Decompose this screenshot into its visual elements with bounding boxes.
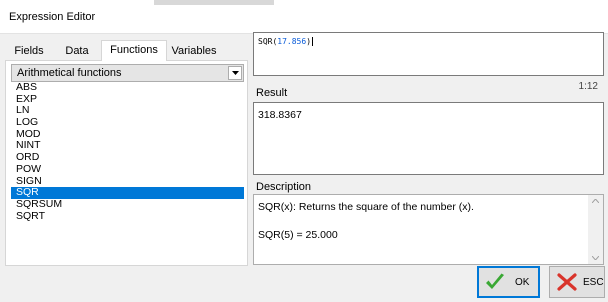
- description-label: Description: [256, 181, 312, 193]
- function-item-pow[interactable]: POW: [11, 163, 244, 176]
- chevron-down-icon[interactable]: [228, 66, 242, 80]
- function-item-sqrsum[interactable]: SQRSUM: [11, 198, 244, 211]
- title-bar: Expression Editor: [0, 0, 608, 34]
- function-item-sqrt[interactable]: SQRT: [11, 210, 244, 223]
- expression-argument: 17.856: [277, 37, 307, 46]
- cursor-position: 1:12: [578, 81, 598, 92]
- function-item-ln[interactable]: LN: [11, 105, 244, 117]
- description-line-2: SQR(5) = 25.000: [258, 229, 338, 241]
- tab-variables[interactable]: Variables: [168, 42, 220, 60]
- category-select[interactable]: Arithmetical functions: [11, 64, 244, 82]
- function-item-nint[interactable]: NINT: [11, 140, 244, 152]
- tab-strip: Fields Data Functions Variables: [5, 40, 247, 61]
- ok-button-label: OK: [515, 277, 530, 288]
- function-item-log[interactable]: LOG: [11, 116, 244, 129]
- expression-input[interactable]: SQR(17.856): [253, 32, 604, 76]
- expression-function: SQR: [258, 37, 273, 46]
- description-field[interactable]: SQR(x): Returns the square of the number…: [253, 194, 604, 265]
- esc-button[interactable]: ESC: [549, 266, 605, 298]
- tab-data[interactable]: Data: [60, 42, 94, 60]
- checkmark-icon: [486, 273, 504, 289]
- ok-button[interactable]: OK: [477, 266, 540, 298]
- esc-button-label: ESC: [583, 277, 604, 288]
- category-select-value: Arithmetical functions: [17, 67, 122, 79]
- text-caret: [312, 37, 314, 46]
- tab-functions[interactable]: Functions: [101, 40, 167, 61]
- result-field[interactable]: 318.8367: [253, 102, 604, 175]
- tab-fields[interactable]: Fields: [9, 42, 49, 60]
- description-line-1: SQR(x): Returns the square of the number…: [258, 201, 474, 213]
- expression-close-paren: ): [306, 37, 312, 46]
- tab-fields-label: Fields: [14, 45, 44, 57]
- function-item-sign[interactable]: SIGN: [11, 175, 244, 188]
- title-bar-strip: [154, 0, 274, 5]
- tab-functions-label: Functions: [110, 44, 158, 56]
- close-icon: [557, 273, 577, 291]
- result-label: Result: [256, 87, 288, 99]
- function-item-abs[interactable]: ABS: [11, 81, 244, 94]
- scroll-up-icon[interactable]: [592, 199, 599, 203]
- scroll-down-icon[interactable]: [592, 256, 599, 260]
- result-value: 318.8367: [258, 109, 302, 121]
- tab-data-label: Data: [65, 45, 89, 57]
- expression-text: SQR(17.856): [258, 37, 314, 46]
- function-item-ord[interactable]: ORD: [11, 151, 244, 164]
- description-scrollbar[interactable]: [588, 195, 603, 264]
- tab-variables-label: Variables: [171, 45, 217, 57]
- function-item-exp[interactable]: EXP: [11, 93, 244, 106]
- window-title: Expression Editor: [9, 11, 96, 23]
- function-list[interactable]: ABS EXP LN LOG MOD NINT ORD POW SIGN SQR…: [11, 81, 244, 262]
- function-item-mod[interactable]: MOD: [11, 128, 244, 141]
